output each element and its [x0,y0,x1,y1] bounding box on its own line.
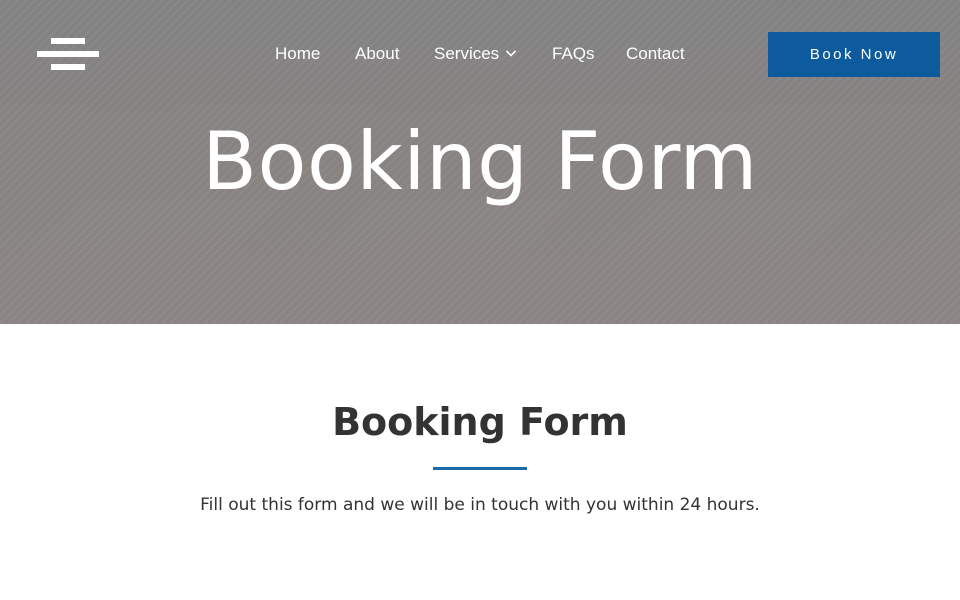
page-description: Fill out this form and we will be in tou… [200,495,760,515]
nav-services[interactable]: Services [434,43,517,65]
title-divider [433,467,527,470]
hero-title: Booking Form [202,115,758,208]
nav-about[interactable]: About [355,43,399,65]
nav-faqs[interactable]: FAQs [552,43,595,65]
page-title: Booking Form [332,400,628,444]
nav-services-label: Services [434,44,500,63]
nav-contact[interactable]: Contact [626,43,685,65]
hero-banner: Home About Services FAQs Contact Book No… [0,0,960,324]
book-now-button[interactable]: Book Now [768,32,940,77]
nav-home[interactable]: Home [275,43,320,65]
chevron-down-icon [506,49,517,57]
